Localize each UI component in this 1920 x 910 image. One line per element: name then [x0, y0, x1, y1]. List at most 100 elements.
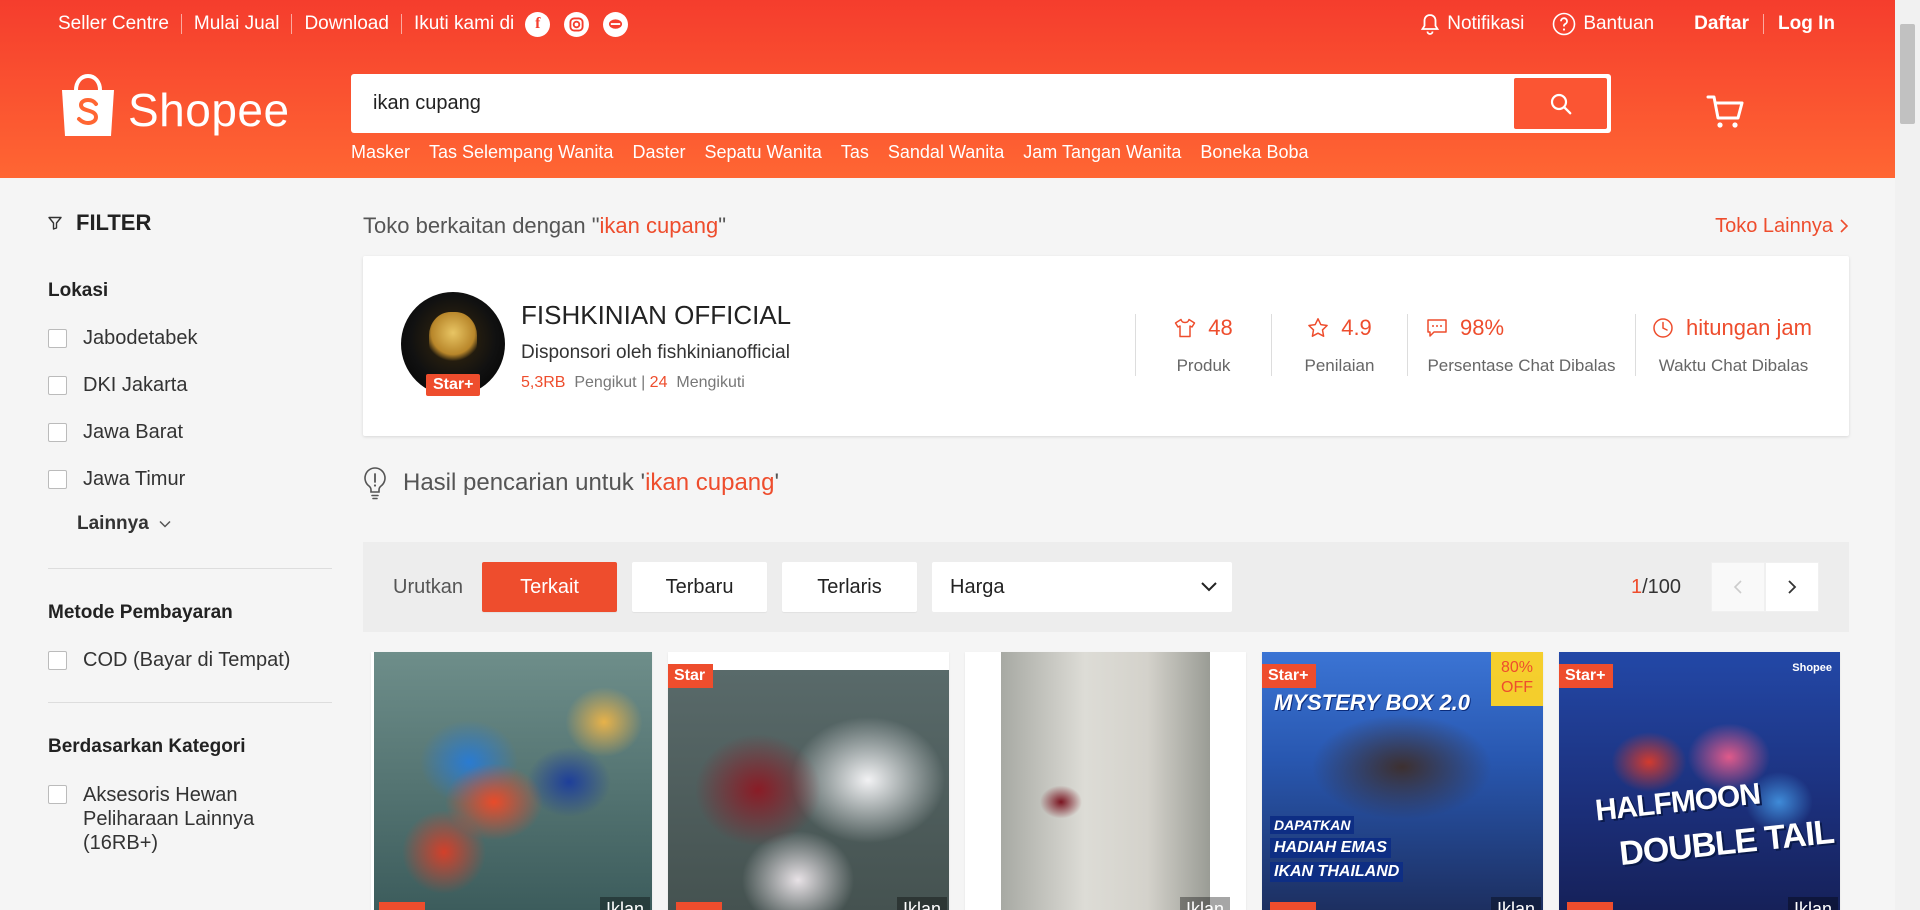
daftar-link[interactable]: Daftar — [1694, 13, 1749, 35]
suggestion-link[interactable]: Masker — [351, 142, 410, 163]
kategori-option[interactable]: Aksesoris Hewan Peliharaan Lainnya (16RB… — [48, 783, 332, 855]
checkbox[interactable] — [48, 651, 67, 670]
more-shops-link[interactable]: Toko Lainnya — [1715, 215, 1849, 238]
shopee-mini-logo: Shopee — [1792, 662, 1832, 674]
search-button[interactable] — [1514, 78, 1607, 129]
scrollbar-thumb[interactable] — [1900, 24, 1915, 124]
search-bar — [351, 74, 1611, 133]
search-icon — [1550, 93, 1571, 114]
lokasi-option[interactable]: DKI Jakarta — [48, 374, 332, 397]
sort-terkait-button[interactable]: Terkait — [482, 562, 618, 612]
price-sort-select[interactable]: Harga — [932, 562, 1233, 612]
shop-card[interactable]: Star+ FISHKINIAN OFFICIAL Disponsori ole… — [363, 256, 1849, 436]
sort-terlaris-button[interactable]: Terlaris — [782, 562, 918, 612]
product-image-text: HADIAH EMAS — [1270, 838, 1391, 858]
chevron-down-icon — [1201, 582, 1217, 592]
bell-icon — [1421, 14, 1440, 35]
lightbulb-icon — [364, 467, 386, 500]
shopping-bag-logo-icon — [58, 70, 118, 140]
result-suffix: ' — [774, 469, 780, 496]
option-label: Jawa Barat — [83, 421, 184, 443]
product-card[interactable]: Star Iklan — [668, 652, 949, 910]
star-icon — [1308, 318, 1329, 337]
suggestion-link[interactable]: Boneka Boba — [1200, 142, 1308, 163]
ad-label: Iklan — [1179, 897, 1230, 910]
ad-label: Iklan — [896, 897, 947, 910]
ad-label: Iklan — [1490, 897, 1541, 910]
option-label: DKI Jakarta — [83, 374, 188, 396]
lokasi-option[interactable]: Jawa Timur — [48, 468, 332, 491]
stat-label: Waktu Chat Dibalas — [1658, 356, 1809, 375]
seller-centre-link[interactable]: Seller Centre — [58, 13, 169, 35]
option-label: Jabodetabek — [83, 327, 198, 349]
following-label: Mengikuti — [676, 374, 745, 391]
filter-icon — [48, 216, 62, 230]
bantuan-link[interactable]: Bantuan — [1552, 12, 1654, 36]
top-navbar: Seller Centre Mulai Jual Download Ikuti … — [58, 0, 1835, 48]
pembayaran-option[interactable]: COD (Bayar di Tempat) — [48, 649, 332, 672]
suggestion-link[interactable]: Tas — [841, 142, 869, 163]
login-link[interactable]: Log In — [1778, 13, 1835, 35]
product-card[interactable]: Iklan — [371, 652, 652, 910]
lokasi-option[interactable]: Jawa Barat — [48, 421, 332, 444]
lokasi-option[interactable]: Jabodetabek — [48, 327, 332, 350]
pembayaran-title: Metode Pembayaran — [48, 602, 233, 623]
title-prefix: Toko berkaitan dengan " — [363, 213, 600, 238]
checkbox[interactable] — [48, 470, 67, 489]
promo-banner — [379, 902, 425, 910]
stat-penilaian: 4.9 Penilaian — [1271, 314, 1407, 376]
line-icon[interactable] — [603, 11, 629, 37]
checkbox[interactable] — [48, 376, 67, 395]
checkbox[interactable] — [48, 329, 67, 348]
divider — [291, 14, 293, 34]
checkbox[interactable] — [48, 785, 67, 804]
suggestion-link[interactable]: Daster — [632, 142, 685, 163]
suggestion-link[interactable]: Sepatu Wanita — [704, 142, 821, 163]
suggestion-link[interactable]: Sandal Wanita — [888, 142, 1004, 163]
prev-page-button[interactable] — [1711, 562, 1765, 612]
stat-value: 4.9 — [1341, 315, 1372, 340]
title-suffix: " — [718, 213, 727, 238]
suggestion-link[interactable]: Jam Tangan Wanita — [1023, 142, 1181, 163]
next-page-button[interactable] — [1765, 562, 1819, 612]
sort-terbaru-button[interactable]: Terbaru — [632, 562, 768, 612]
product-card[interactable]: Shopee HALFMOON DOUBLE TAIL Star+ Iklan — [1559, 652, 1840, 910]
shop-name: FISHKINIAN OFFICIAL — [521, 300, 792, 330]
stat-chat-rate: 98% Persentase Chat Dibalas — [1407, 314, 1635, 376]
divider — [48, 702, 332, 703]
product-card[interactable]: MYSTERY BOX 2.0 DAPATKAN HADIAH EMAS IKA… — [1262, 652, 1543, 910]
search-result-heading: Hasil pencarian untuk 'ikan cupang' — [363, 466, 779, 500]
star-plus-badge: Star+ — [1262, 664, 1317, 688]
stat-label: Persentase Chat Dibalas — [1427, 356, 1616, 375]
divider — [180, 14, 182, 34]
option-label: Aksesoris Hewan Peliharaan Lainnya (16RB… — [83, 784, 255, 854]
cart-icon[interactable] — [1706, 94, 1744, 135]
suggestion-link[interactable]: Tas Selempang Wanita — [429, 142, 613, 163]
download-link[interactable]: Download — [304, 13, 389, 35]
search-input[interactable] — [355, 92, 1514, 115]
divider — [48, 568, 332, 569]
chevron-right-icon — [1788, 580, 1797, 594]
followers-count: 5,3RB — [521, 374, 566, 391]
lokasi-more-button[interactable]: Lainnya — [77, 513, 332, 535]
notifikasi-link[interactable]: Notifikasi — [1420, 13, 1524, 35]
help-icon — [1553, 12, 1576, 36]
facebook-icon[interactable]: f — [525, 11, 551, 37]
promo-banner — [676, 902, 722, 910]
shopee-logo[interactable]: Shopee — [58, 70, 290, 140]
instagram-icon[interactable] — [564, 11, 590, 37]
shirt-icon — [1175, 318, 1196, 338]
filter-sidebar: FILTER Lokasi Jabodetabek DKI Jakarta Ja… — [48, 210, 332, 879]
scrollbar[interactable] — [1895, 0, 1920, 910]
checkbox[interactable] — [48, 423, 67, 442]
result-keyword: ikan cupang — [645, 469, 775, 496]
total-pages: /100 — [1642, 575, 1681, 598]
star-plus-badge: Star+ — [1559, 664, 1614, 688]
result-prefix: Hasil pencarian untuk ' — [403, 469, 646, 496]
product-image — [668, 652, 949, 910]
bantuan-label: Bantuan — [1583, 13, 1655, 34]
mulai-jual-link[interactable]: Mulai Jual — [194, 13, 280, 35]
title-keyword: ikan cupang — [599, 213, 719, 238]
product-image — [371, 652, 652, 910]
product-card[interactable]: Iklan — [965, 652, 1246, 910]
